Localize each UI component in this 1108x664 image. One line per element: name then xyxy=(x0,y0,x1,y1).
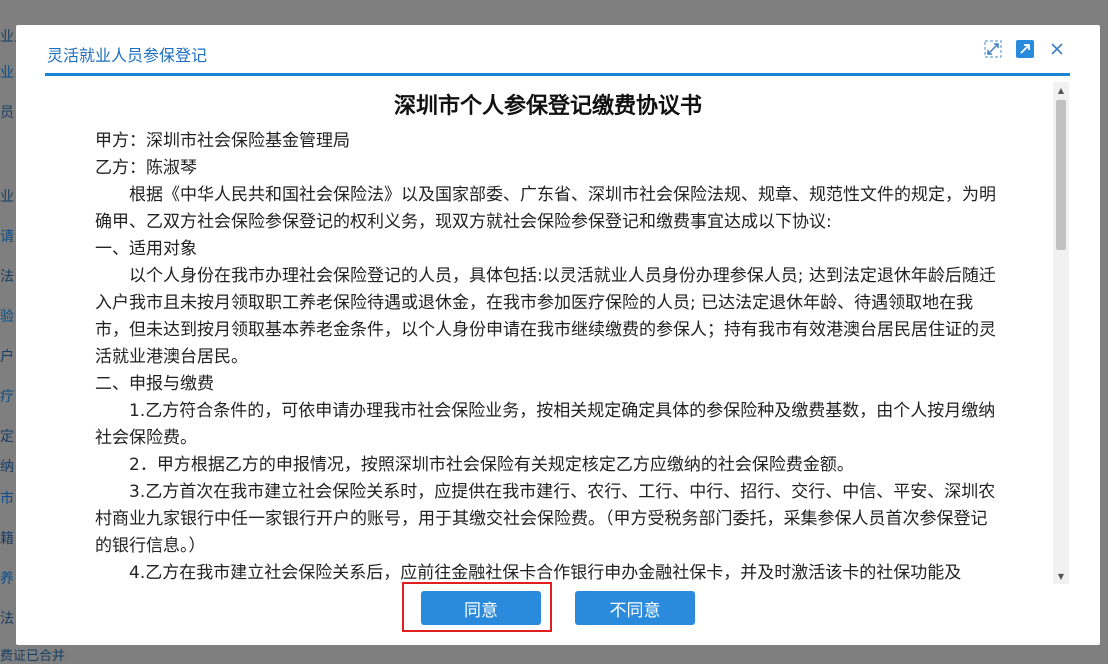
agree-button[interactable]: 同意 xyxy=(421,591,541,625)
scrollbar-thumb[interactable] xyxy=(1056,100,1066,250)
section2-title: 二、申报与缴费 xyxy=(95,374,214,394)
close-icon[interactable] xyxy=(1046,38,1068,60)
vertical-scrollbar[interactable]: ▲ ▼ xyxy=(1053,82,1069,584)
party-b: 乙方：陈淑琴 xyxy=(95,158,197,178)
disagree-button[interactable]: 不同意 xyxy=(575,591,695,625)
bg-bottom-text: 费证已合并 xyxy=(0,649,66,664)
scroll-down-arrow-icon[interactable]: ▼ xyxy=(1053,568,1069,584)
dialog-header-actions xyxy=(982,39,1068,59)
open-external-icon[interactable] xyxy=(1014,38,1036,60)
section2-item1: 1.乙方符合条件的，可依申请办理我市社会保险业务，按相关规定确定具体的参保险种及… xyxy=(95,401,996,448)
dialog-title: 灵活就业人员参保登记 xyxy=(47,46,208,65)
section2-item2: 2．甲方根据乙方的申报情况，按照深圳市社会保险有关规定核定乙方应缴纳的社会保险费… xyxy=(129,455,854,475)
scroll-up-arrow-icon[interactable]: ▲ xyxy=(1053,82,1069,98)
section1-title: 一、适用对象 xyxy=(95,239,197,259)
section1-body: 以个人身份在我市办理社会保险登记的人员，具体包括:以灵活就业人员身份办理参保人员… xyxy=(95,266,996,367)
agreement-document: 深圳市个人参保登记缴费协议书 甲方：深圳市社会保险基金管理局 乙方：陈淑琴 根据… xyxy=(95,82,1001,584)
section2-item3: 3.乙方首次在我市建立社会保险关系时，应提供在我市建行、农行、工行、中行、招行、… xyxy=(95,482,996,556)
section2-item4: 4.乙方在我市建立社会保险关系后，应前往金融社保卡合作银行申办金融社保卡，并及时… xyxy=(129,563,962,583)
intro-paragraph: 根据《中华人民共和国社会保险法》以及国家部委、广东省、深圳市社会保险法规、规章、… xyxy=(95,185,996,232)
agreement-scroll-area[interactable]: 深圳市个人参保登记缴费协议书 甲方：深圳市社会保险基金管理局 乙方：陈淑琴 根据… xyxy=(45,82,1070,584)
party-a: 甲方：深圳市社会保险基金管理局 xyxy=(95,131,350,151)
fit-icon[interactable] xyxy=(982,38,1004,60)
agreement-title: 深圳市个人参保登记缴费协议书 xyxy=(393,94,702,119)
registration-dialog: 灵活就业人员参保登记 深圳市个人参保登记缴费协议书 甲方：深圳市社会保险基金管理… xyxy=(16,25,1100,645)
title-divider xyxy=(45,73,1070,76)
